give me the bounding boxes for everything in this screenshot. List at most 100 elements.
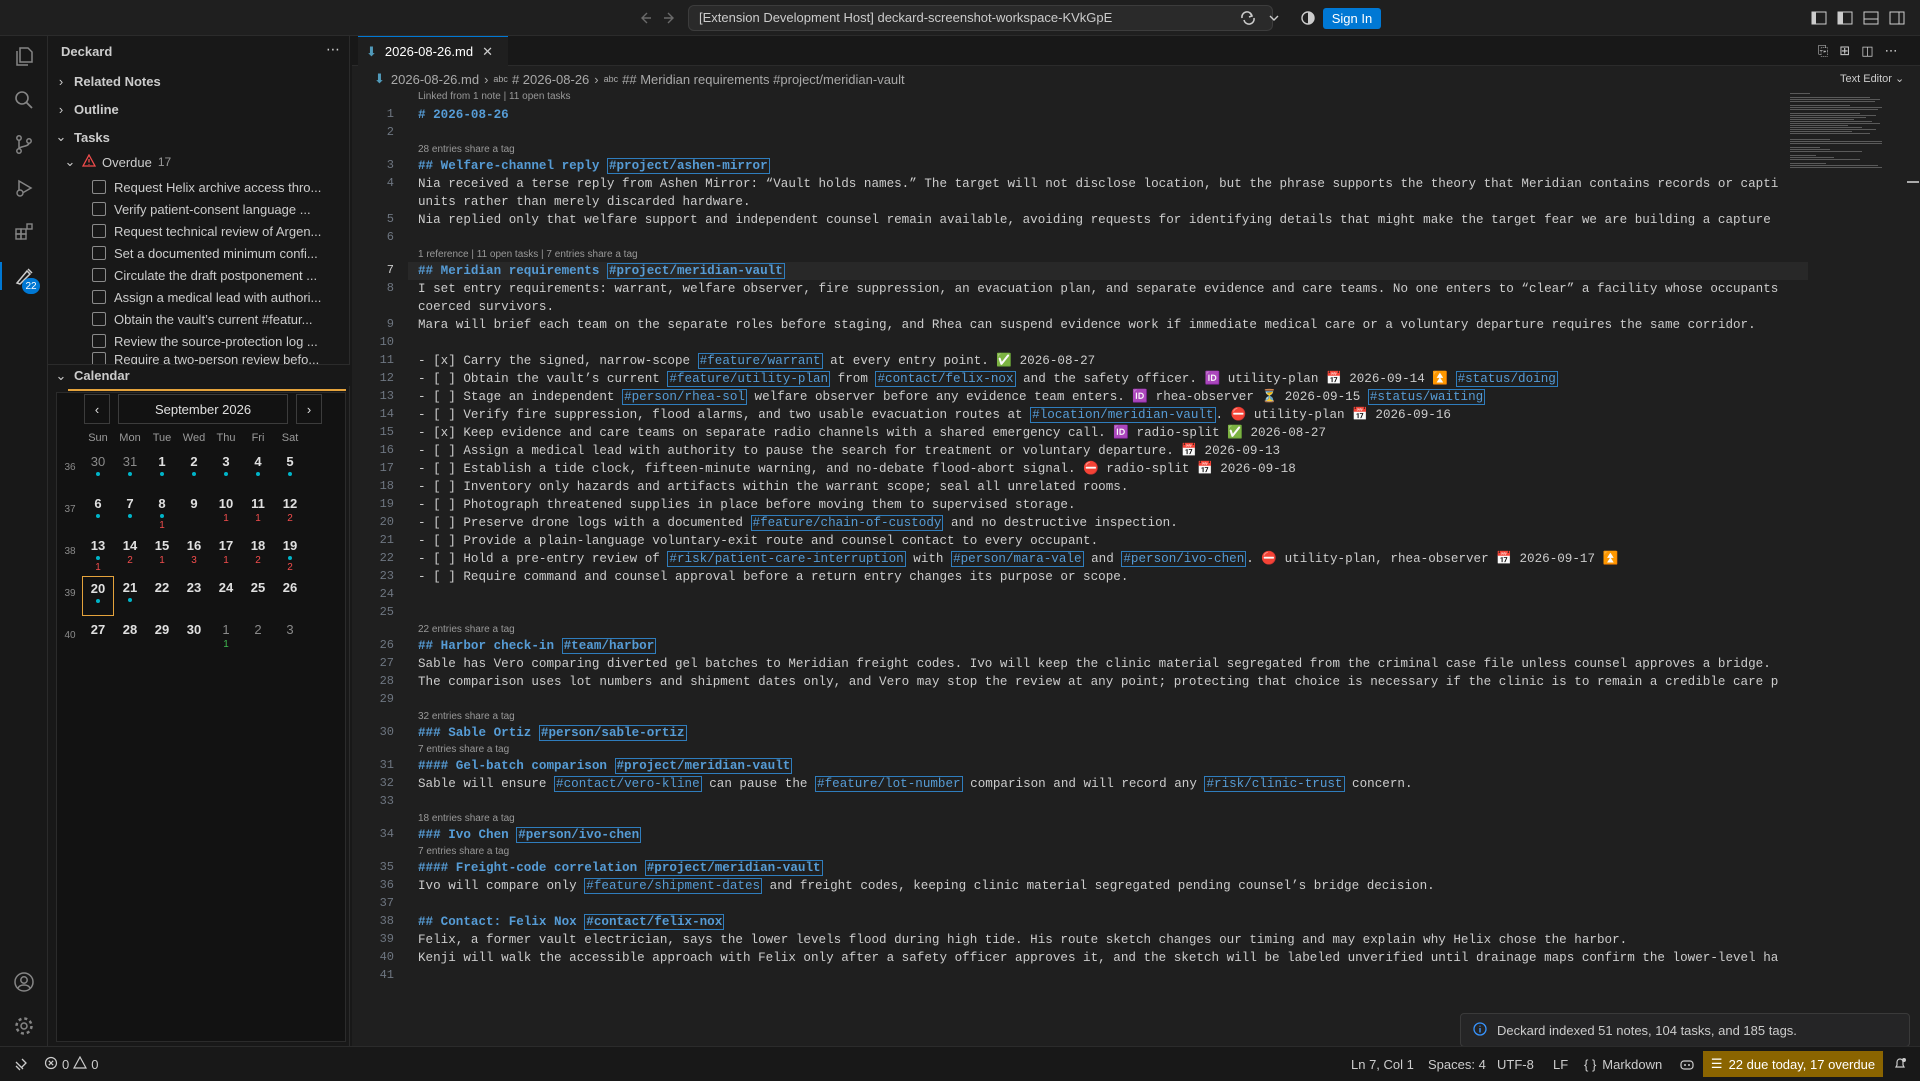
heading-line[interactable]: # 2026-08-26: [418, 106, 1778, 124]
command-center[interactable]: [Extension Development Host] deckard-scr…: [688, 5, 1273, 31]
checkbox[interactable]: [92, 290, 106, 304]
task-item[interactable]: Review the source-protection log ...: [92, 330, 342, 352]
code-line[interactable]: - [ ] Stage an independent #person/rhea-…: [418, 388, 1778, 406]
overdue-group[interactable]: ⌄ Overdue 17: [48, 151, 350, 173]
code-line[interactable]: [418, 967, 1778, 985]
calendar-day[interactable]: 28: [114, 618, 146, 658]
calendar-day[interactable]: 24: [210, 576, 242, 616]
heading-line[interactable]: ## Welfare-channel reply #project/ashen-…: [418, 157, 1778, 175]
checkbox[interactable]: [92, 180, 106, 194]
tag-link[interactable]: #contact/felix-nox: [875, 371, 1016, 387]
calendar-day[interactable]: 17 1: [210, 534, 242, 574]
section-calendar[interactable]: ⌄ Calendar: [48, 364, 350, 386]
code-line[interactable]: - [ ] Preserve drone logs with a documen…: [418, 514, 1778, 532]
code-line[interactable]: [418, 895, 1778, 913]
sync-icon[interactable]: [1238, 8, 1258, 28]
code-line[interactable]: [418, 793, 1778, 811]
tag-link[interactable]: #feature/shipment-dates: [584, 878, 763, 894]
heading-line[interactable]: ## Harbor check-in #team/harbor: [418, 637, 1778, 655]
encoding[interactable]: UTF-8: [1497, 1047, 1534, 1081]
section-related-notes[interactable]: › Related Notes: [48, 70, 350, 92]
tag-link[interactable]: #project/meridian-vault: [614, 758, 793, 774]
calendar-day[interactable]: 31: [114, 450, 146, 490]
calendar-day[interactable]: 18 2: [242, 534, 274, 574]
code-line[interactable]: - [ ] Inventory only hazards and artifac…: [418, 478, 1778, 496]
tag-link[interactable]: #status/waiting: [1367, 389, 1486, 405]
sign-in-button[interactable]: Sign In: [1323, 8, 1381, 29]
next-month-button[interactable]: ›: [296, 394, 322, 424]
chevron-down-icon[interactable]: [1264, 8, 1284, 28]
tag-link[interactable]: #feature/utility-plan: [667, 371, 831, 387]
heading-line[interactable]: ## Contact: Felix Nox #contact/felix-nox: [418, 913, 1778, 931]
tag-link[interactable]: #person/rhea-sol: [622, 389, 747, 405]
code-line[interactable]: [418, 691, 1778, 709]
checkbox[interactable]: [92, 352, 106, 364]
task-item[interactable]: Obtain the vault’s current #featur...: [92, 308, 342, 330]
tag-link[interactable]: #project/meridian-vault: [644, 860, 823, 876]
tag-link[interactable]: #person/ivo-chen: [1121, 551, 1247, 567]
calendar-day-today[interactable]: 20: [82, 576, 114, 616]
calendar-day[interactable]: 6: [82, 492, 114, 532]
checkbox[interactable]: [92, 312, 106, 326]
problems-indicator[interactable]: 0 0: [44, 1047, 98, 1081]
tag-link[interactable]: #feature/warrant: [697, 353, 823, 369]
checkbox[interactable]: [92, 334, 106, 348]
section-tasks[interactable]: ⌄ Tasks: [48, 126, 350, 148]
gear-icon[interactable]: [8, 1010, 40, 1042]
calendar-day[interactable]: 30: [82, 450, 114, 490]
calendar-day[interactable]: 12 2: [274, 492, 306, 532]
due-tasks-status[interactable]: ☰ 22 due today, 17 overdue: [1703, 1051, 1883, 1077]
task-item[interactable]: Circulate the draft postponement ...: [92, 264, 342, 286]
code-lens[interactable]: Linked from 1 note | 11 open tasks: [418, 91, 571, 103]
checkbox[interactable]: [92, 268, 106, 282]
calendar-day[interactable]: 26: [274, 576, 306, 616]
code-line[interactable]: Sable will ensure #contact/vero-kline ca…: [418, 775, 1778, 793]
calendar-day[interactable]: 81: [146, 492, 178, 532]
heading-line[interactable]: ## Meridian requirements #project/meridi…: [418, 262, 1778, 280]
breadcrumb-heading-2[interactable]: ## Meridian requirements #project/meridi…: [622, 72, 905, 87]
calendar-day[interactable]: 2: [178, 450, 210, 490]
code-lens[interactable]: 22 entries share a tag: [418, 624, 515, 636]
code-line[interactable]: Mara will brief each team on the separat…: [418, 316, 1778, 334]
code-line[interactable]: Kenji will walk the accessible approach …: [418, 949, 1778, 967]
task-item[interactable]: Set a documented minimum confi...: [92, 242, 342, 264]
tag-link[interactable]: #project/ashen-mirror: [606, 158, 770, 174]
calendar-day[interactable]: 25: [242, 576, 274, 616]
tab-2026-08-26[interactable]: ⬇ 2026-08-26.md ✕: [358, 36, 508, 66]
editor-actions[interactable]: ⎘⊞◫⋯: [1818, 43, 1909, 59]
tag-link[interactable]: #contact/vero-kline: [554, 776, 702, 792]
customize-layout-icon[interactable]: [1809, 8, 1829, 28]
calendar-day[interactable]: 13 1: [82, 534, 114, 574]
source-control-icon[interactable]: [8, 128, 40, 160]
code-line[interactable]: - [ ] Photograph threatened supplies in …: [418, 496, 1778, 514]
search-icon[interactable]: [8, 84, 40, 116]
calendar-day[interactable]: 9: [178, 492, 210, 532]
calendar-day[interactable]: 4: [242, 450, 274, 490]
account-icon[interactable]: [8, 966, 40, 998]
code-line[interactable]: - [ ] Establish a tide clock, fifteen-mi…: [418, 460, 1778, 478]
code-line[interactable]: - [ ] Hold a pre-entry review of #risk/p…: [418, 550, 1778, 568]
calendar-day[interactable]: 29: [146, 618, 178, 658]
code-line[interactable]: - [ ] Verify fire suppression, flood ala…: [418, 406, 1778, 424]
code-lens[interactable]: 1 reference | 11 open tasks | 7 entries …: [418, 249, 638, 261]
code-line[interactable]: - [ ] Require command and counsel approv…: [418, 568, 1778, 586]
copilot-status-icon[interactable]: [1679, 1047, 1695, 1081]
code-line[interactable]: - [x] Keep evidence and care teams on se…: [418, 424, 1778, 442]
code-line[interactable]: Sable has Vero comparing diverted gel ba…: [418, 655, 1778, 673]
toggle-secondary-sidebar-icon[interactable]: [1887, 8, 1907, 28]
heading-line[interactable]: #### Gel-batch comparison #project/merid…: [418, 757, 1778, 775]
calendar-day[interactable]: 7: [114, 492, 146, 532]
prev-month-button[interactable]: ‹: [84, 394, 110, 424]
code-line[interactable]: [418, 334, 1778, 352]
calendar-day[interactable]: 15 1: [146, 534, 178, 574]
end-of-line[interactable]: LF: [1553, 1047, 1568, 1081]
task-item[interactable]: Request technical review of Argen...: [92, 220, 342, 242]
indentation[interactable]: Spaces: 4: [1428, 1047, 1486, 1081]
heading-line[interactable]: #### Freight-code correlation #project/m…: [418, 859, 1778, 877]
tag-link[interactable]: #feature/lot-number: [815, 776, 963, 792]
code-lens[interactable]: 7 entries share a tag: [418, 744, 509, 756]
remote-icon[interactable]: [14, 1047, 28, 1081]
calendar-day[interactable]: 3: [274, 618, 306, 658]
calendar-day[interactable]: 21: [114, 576, 146, 616]
calendar-day[interactable]: 11: [210, 618, 242, 658]
